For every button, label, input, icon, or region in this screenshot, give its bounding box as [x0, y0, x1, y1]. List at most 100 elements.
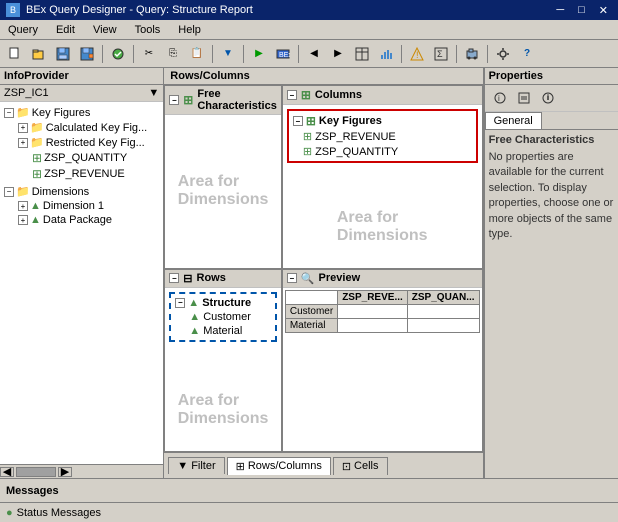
- data-pkg-expand[interactable]: +: [18, 215, 28, 225]
- kf-col-icon: ⊞: [306, 114, 316, 128]
- dim1-row[interactable]: + ▲ Dimension 1: [16, 199, 161, 213]
- bottom-tabs: ▼ Filter ⊞ Rows/Columns ⊡ Cells: [164, 452, 482, 478]
- props-btn-1[interactable]: i: [489, 87, 511, 109]
- data-pkg-row[interactable]: + ▲ Data Package: [16, 213, 161, 227]
- zsp-quantity-row[interactable]: ⊞ ZSP_QUANTITY: [16, 150, 161, 166]
- free-chars-content: Area forDimensions: [165, 115, 281, 268]
- rows-cell: − ⊟ Rows − ▲ Structure ▲ Custom: [164, 269, 282, 453]
- maximize-btn[interactable]: □: [574, 4, 589, 16]
- restricted-folder-icon: 📁: [30, 136, 44, 149]
- scroll-right[interactable]: ▶: [58, 467, 72, 477]
- key-figures-row[interactable]: − 📁 Key Figures: [2, 105, 161, 120]
- rows-title: Rows: [197, 272, 226, 284]
- tb-chart[interactable]: [375, 43, 397, 65]
- toolbar-sep-1: [102, 45, 103, 63]
- minimize-btn[interactable]: ─: [552, 4, 568, 16]
- preview-content: ZSP_REVE... ZSP_QUAN... Customer: [283, 288, 482, 452]
- restricted-key-expand[interactable]: +: [18, 138, 28, 148]
- calc-key-row[interactable]: + 📁 Calculated Key Fig...: [16, 120, 161, 135]
- preview-corner: [285, 290, 337, 304]
- design-grid: − ⊞ Free Characteristics Area forDimensi…: [164, 85, 482, 452]
- kf-col-expand[interactable]: −: [293, 116, 303, 126]
- tb-open[interactable]: [28, 43, 50, 65]
- structure-expand[interactable]: −: [175, 298, 185, 308]
- properties-panel: Properties i General Free Characteristic…: [484, 68, 618, 478]
- calc-key-expand[interactable]: +: [18, 123, 28, 133]
- free-chars-expand[interactable]: −: [169, 95, 179, 105]
- rows-icon: ⊟: [183, 272, 192, 285]
- tb-settings[interactable]: [492, 43, 514, 65]
- props-btn-3[interactable]: [537, 87, 559, 109]
- col-zsp-quantity[interactable]: ⊞ ZSP_QUANTITY: [291, 144, 474, 159]
- tb-run2[interactable]: BEx: [272, 43, 294, 65]
- messages-title: Messages: [6, 485, 59, 497]
- main-layout: InfoProvider ZSP_IC1 ▼ − 📁 Key Figures +…: [0, 68, 618, 478]
- row-customer[interactable]: ▲ Customer: [173, 310, 273, 324]
- tb-new[interactable]: [4, 43, 26, 65]
- svg-text:Σ: Σ: [437, 49, 443, 59]
- tb-exception[interactable]: !: [406, 43, 428, 65]
- zsp-quantity-icon: ⊞: [32, 151, 42, 165]
- properties-subtitle: Free Characteristics: [489, 134, 614, 146]
- props-btn-2[interactable]: [513, 87, 535, 109]
- columns-icon: ⊞: [301, 88, 311, 102]
- tb-save[interactable]: [52, 43, 74, 65]
- zsp-revenue-row[interactable]: ⊞ ZSP_REVENUE: [16, 166, 161, 182]
- center-title: Rows/Columns: [164, 68, 482, 85]
- dimensions-expand[interactable]: −: [4, 187, 14, 197]
- structure-box: − ▲ Structure ▲ Customer ▲ Material: [169, 292, 277, 342]
- tb-transport[interactable]: [461, 43, 483, 65]
- menu-view[interactable]: View: [89, 23, 121, 37]
- messages-bar: Messages: [0, 478, 618, 502]
- tb-next-col[interactable]: ▶: [327, 43, 349, 65]
- data-pkg-icon: ▲: [30, 214, 41, 226]
- tb-condition[interactable]: Σ: [430, 43, 452, 65]
- svg-text:BEx: BEx: [279, 52, 290, 59]
- rows-content: − ▲ Structure ▲ Customer ▲ Material: [165, 288, 281, 452]
- key-figures-label: Key Figures: [32, 107, 91, 119]
- scroll-thumb[interactable]: [16, 467, 56, 477]
- columns-expand[interactable]: −: [287, 90, 297, 100]
- key-figures-children: + 📁 Calculated Key Fig... + 📁 Restricted…: [2, 120, 161, 182]
- menu-query[interactable]: Query: [4, 23, 42, 37]
- structure-header: − ▲ Structure: [173, 296, 273, 310]
- preview-expand[interactable]: −: [287, 273, 297, 283]
- row-material[interactable]: ▲ Material: [173, 324, 273, 338]
- toolbar-sep-7: [456, 45, 457, 63]
- close-btn[interactable]: ✕: [595, 4, 612, 17]
- tab-cells[interactable]: ⊡ Cells: [333, 457, 388, 475]
- properties-content: Free Characteristics No properties are a…: [485, 130, 618, 478]
- preview-icon: 🔍: [301, 272, 315, 285]
- title-bar: B BEx Query Designer - Query: Structure …: [0, 0, 618, 20]
- columns-cell: − ⊞ Columns − ⊞ Key Figures ⊞ Z: [282, 85, 483, 269]
- tab-rows-cols[interactable]: ⊞ Rows/Columns: [227, 457, 331, 475]
- menu-edit[interactable]: Edit: [52, 23, 79, 37]
- tb-filter[interactable]: ▼: [217, 43, 239, 65]
- tb-copy[interactable]: ⎘: [162, 43, 184, 65]
- tb-prev-col[interactable]: ◀: [303, 43, 325, 65]
- menu-tools[interactable]: Tools: [131, 23, 165, 37]
- scroll-left[interactable]: ◀: [0, 467, 14, 477]
- restricted-key-row[interactable]: + 📁 Restricted Key Fig...: [16, 135, 161, 150]
- tab-filter[interactable]: ▼ Filter: [168, 457, 224, 474]
- tb-paste[interactable]: 📋: [186, 43, 208, 65]
- tb-table[interactable]: [351, 43, 373, 65]
- dim1-expand[interactable]: +: [18, 201, 28, 211]
- key-figures-expand[interactable]: −: [4, 108, 14, 118]
- infoprovider-hscroll[interactable]: ◀ ▶: [0, 464, 163, 478]
- tb-check[interactable]: [107, 43, 129, 65]
- rows-expand[interactable]: −: [169, 273, 179, 283]
- tb-help[interactable]: ?: [516, 43, 538, 65]
- col-zsp-revenue[interactable]: ⊞ ZSP_REVENUE: [291, 129, 474, 144]
- dimensions-row[interactable]: − 📁 Dimensions: [2, 184, 161, 199]
- tb-cut[interactable]: ✂: [138, 43, 160, 65]
- customer-label: Customer: [203, 311, 251, 323]
- center-panel: Rows/Columns − ⊞ Free Characteristics Ar…: [164, 68, 483, 478]
- status-bar: ● Status Messages: [0, 502, 618, 522]
- preview-cell-11: [338, 304, 408, 318]
- menu-help[interactable]: Help: [174, 23, 205, 37]
- tb-saveas[interactable]: [76, 43, 98, 65]
- provider-dropdown[interactable]: ▼: [148, 87, 159, 99]
- tb-run[interactable]: ▶: [248, 43, 270, 65]
- props-tab-general[interactable]: General: [485, 112, 542, 129]
